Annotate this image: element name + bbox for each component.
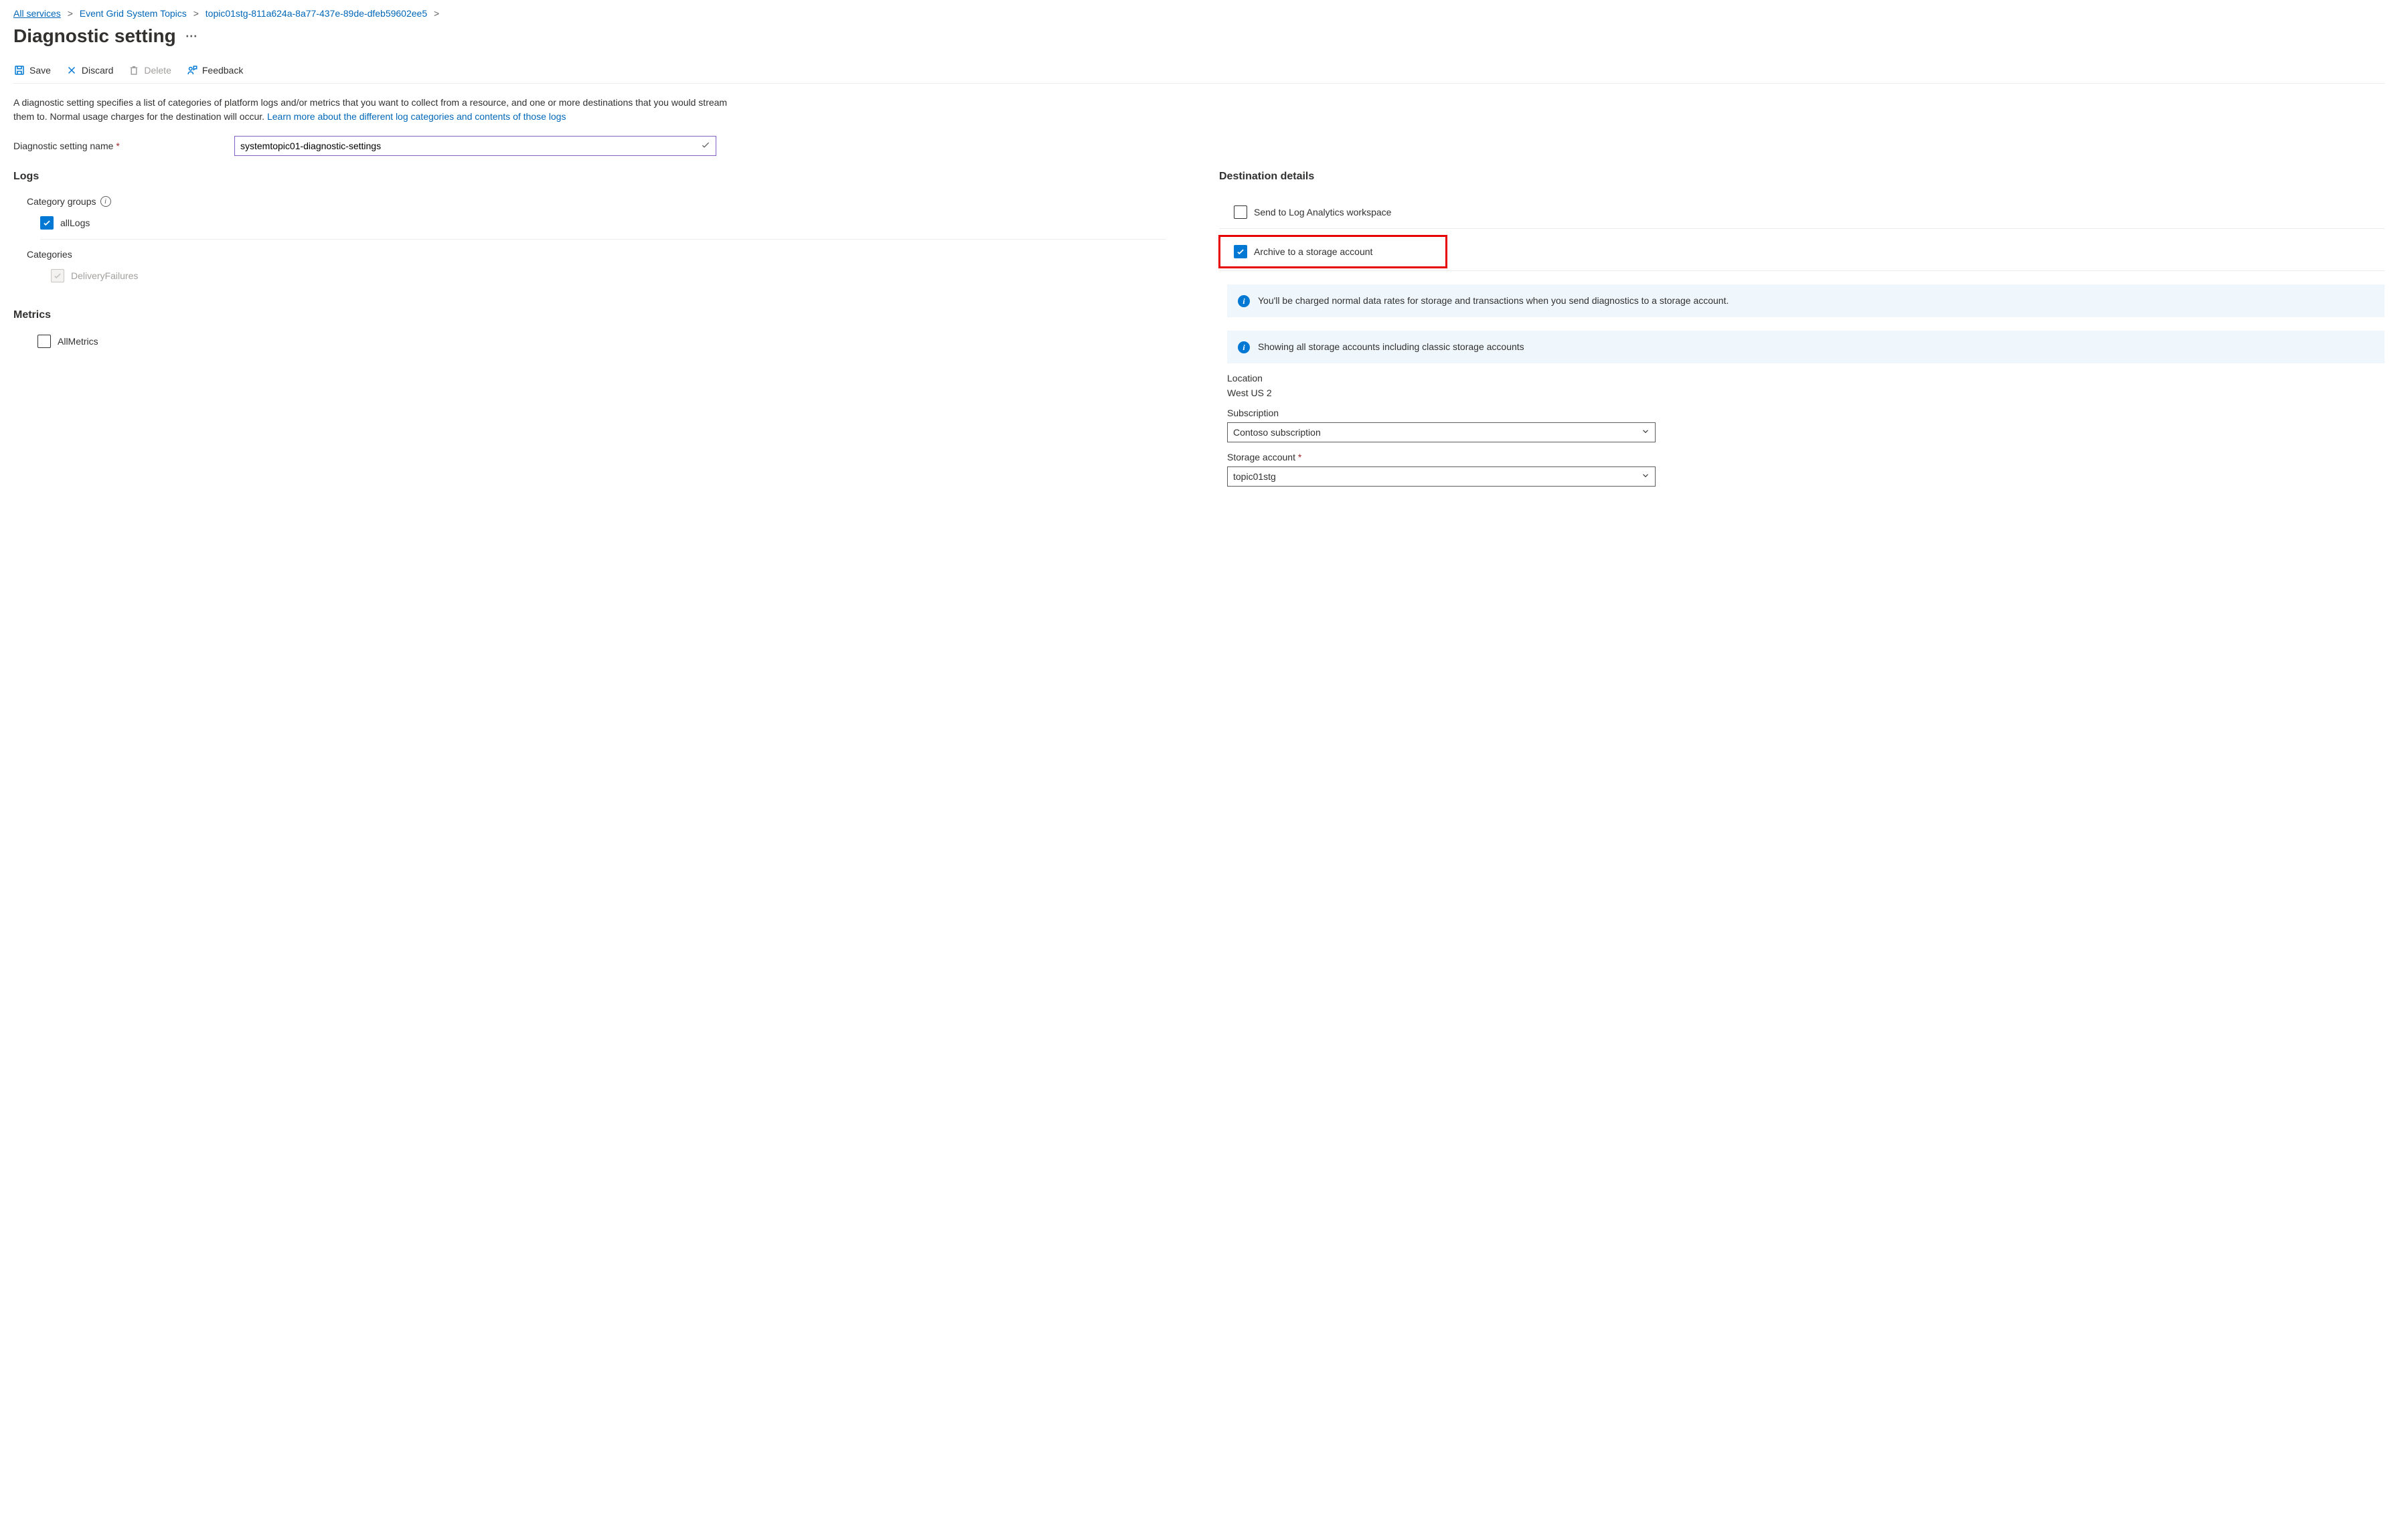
close-icon bbox=[66, 64, 78, 76]
toolbar: Save Discard Delete Feedback bbox=[13, 64, 2385, 84]
delete-button: Delete bbox=[128, 64, 171, 76]
alllogs-label: allLogs bbox=[60, 218, 90, 228]
save-icon bbox=[13, 64, 25, 76]
checkbox-checked-icon[interactable] bbox=[1234, 245, 1247, 258]
chevron-right-icon: > bbox=[68, 8, 73, 19]
feedback-button[interactable]: Feedback bbox=[186, 64, 243, 76]
storage-account-label: Storage account * bbox=[1227, 452, 2385, 462]
page-title: Diagnostic setting ⋯ bbox=[13, 25, 2385, 47]
categories-label: Categories bbox=[27, 249, 1179, 260]
breadcrumb-link[interactable]: All services bbox=[13, 8, 61, 19]
discard-label: Discard bbox=[82, 65, 113, 76]
info-banner: i Showing all storage accounts including… bbox=[1227, 331, 2385, 363]
checkmark-icon bbox=[700, 140, 711, 153]
checkbox-disabled-icon bbox=[51, 269, 64, 282]
delete-label: Delete bbox=[144, 65, 171, 76]
deliveryfailures-label: DeliveryFailures bbox=[71, 270, 138, 281]
destination-heading: Destination details bbox=[1219, 171, 2385, 183]
subscription-group: Subscription Contoso subscription bbox=[1227, 408, 2385, 442]
discard-button[interactable]: Discard bbox=[66, 64, 113, 76]
allmetrics-label: AllMetrics bbox=[58, 336, 98, 347]
breadcrumb-link[interactable]: topic01stg-811a624a-8a77-437e-89de-dfeb5… bbox=[206, 8, 427, 19]
info-banner: i You'll be charged normal data rates fo… bbox=[1227, 284, 2385, 317]
location-value: West US 2 bbox=[1227, 388, 2385, 398]
subscription-value: Contoso subscription bbox=[1233, 427, 1321, 438]
description-text: A diagnostic setting specifies a list of… bbox=[13, 96, 736, 124]
storage-account-value: topic01stg bbox=[1233, 471, 1276, 482]
storage-account-select[interactable]: topic01stg bbox=[1227, 466, 1656, 487]
chevron-right-icon: > bbox=[434, 8, 439, 19]
save-label: Save bbox=[29, 65, 51, 76]
breadcrumb: All services > Event Grid System Topics … bbox=[13, 8, 2385, 19]
metrics-heading: Metrics bbox=[13, 309, 1179, 321]
allmetrics-checkbox-row[interactable]: AllMetrics bbox=[37, 335, 1179, 348]
page-title-text: Diagnostic setting bbox=[13, 25, 176, 47]
info-icon: i bbox=[1238, 295, 1250, 307]
checkbox-checked-icon[interactable] bbox=[40, 216, 54, 230]
info-text: You'll be charged normal data rates for … bbox=[1258, 294, 1729, 308]
chevron-right-icon: > bbox=[193, 8, 199, 19]
storage-account-group: Storage account * topic01stg bbox=[1227, 452, 2385, 487]
divider bbox=[1219, 270, 2385, 271]
trash-icon bbox=[128, 64, 140, 76]
name-field-row: Diagnostic setting name * bbox=[13, 136, 2385, 156]
archive-storage-label: Archive to a storage account bbox=[1254, 246, 1372, 257]
checkbox-unchecked-icon[interactable] bbox=[37, 335, 51, 348]
info-text: Showing all storage accounts including c… bbox=[1258, 340, 1524, 354]
more-menu-icon[interactable]: ⋯ bbox=[185, 29, 197, 44]
subscription-select[interactable]: Contoso subscription bbox=[1227, 422, 1656, 442]
divider bbox=[40, 239, 1166, 240]
name-field-label: Diagnostic setting name * bbox=[13, 141, 234, 151]
learn-more-link[interactable]: Learn more about the different log categ… bbox=[267, 111, 566, 122]
logs-heading: Logs bbox=[13, 171, 1179, 183]
send-log-analytics-label: Send to Log Analytics workspace bbox=[1254, 207, 1391, 218]
alllogs-checkbox-row[interactable]: allLogs bbox=[40, 216, 1179, 230]
location-label: Location bbox=[1227, 373, 2385, 383]
location-group: Location West US 2 bbox=[1227, 373, 2385, 398]
person-feedback-icon bbox=[186, 64, 198, 76]
archive-storage-row[interactable]: Archive to a storage account bbox=[1219, 236, 1447, 268]
diagnostic-name-input[interactable] bbox=[234, 136, 716, 156]
feedback-label: Feedback bbox=[202, 65, 243, 76]
send-log-analytics-row[interactable]: Send to Log Analytics workspace bbox=[1219, 196, 2385, 229]
info-icon: i bbox=[1238, 341, 1250, 353]
deliveryfailures-checkbox-row: DeliveryFailures bbox=[51, 269, 1179, 282]
category-groups-label: Category groups i bbox=[27, 196, 1179, 207]
subscription-label: Subscription bbox=[1227, 408, 2385, 418]
checkbox-unchecked-icon[interactable] bbox=[1234, 205, 1247, 219]
save-button[interactable]: Save bbox=[13, 64, 51, 76]
info-icon[interactable]: i bbox=[100, 196, 111, 207]
breadcrumb-link[interactable]: Event Grid System Topics bbox=[80, 8, 187, 19]
